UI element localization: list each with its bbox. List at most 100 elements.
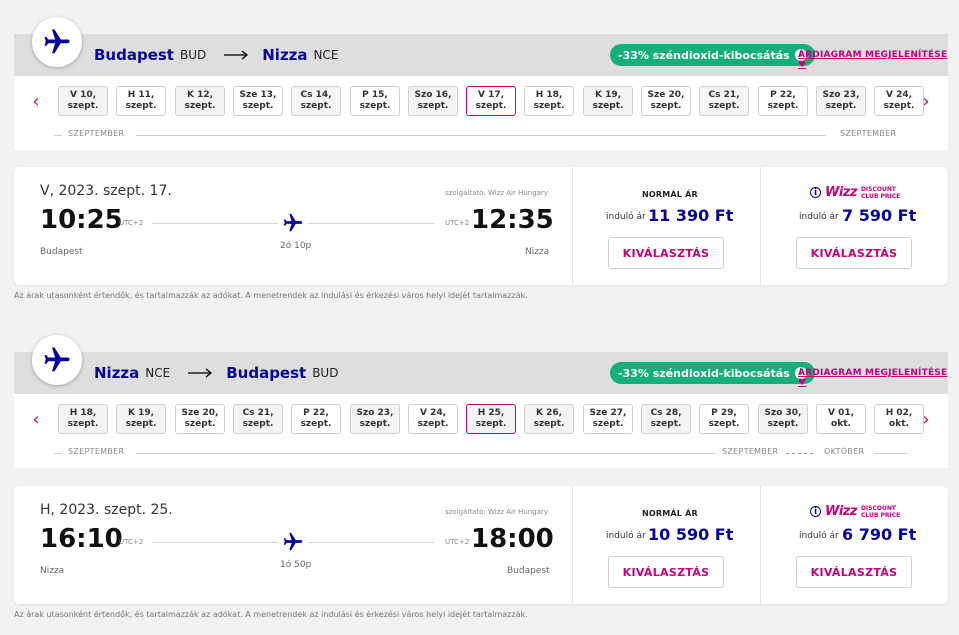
divider: [572, 167, 573, 285]
next-dates-button[interactable]: ›: [916, 76, 936, 126]
arrival-place: Nizza: [525, 247, 550, 257]
date-chip[interactable]: V 01, okt.: [816, 404, 866, 434]
normal-price: 10 590 Ft: [648, 525, 734, 544]
date-chip-month: szept.: [242, 101, 274, 111]
date-chip-day: V 10,: [69, 90, 97, 100]
info-icon[interactable]: i: [810, 187, 821, 198]
date-chip[interactable]: Sze 13, szept.: [233, 86, 283, 116]
flight-date: V, 2023. szept. 17.: [40, 183, 172, 199]
date-chip[interactable]: H 18, szept.: [524, 86, 574, 116]
date-chip-month: szept.: [67, 101, 99, 111]
date-chip-day: Szo 30,: [764, 408, 802, 418]
date-chip[interactable]: Szo 23, szept.: [350, 404, 400, 434]
plane-icon: [283, 532, 303, 551]
month-label: OKTÓBER: [824, 447, 865, 456]
divider: [572, 486, 573, 604]
flight-duration: 1ó 50p: [280, 560, 312, 570]
return-route: Nizza NCE Budapest BUD: [94, 352, 344, 394]
date-chip-day: Cs 21,: [242, 408, 274, 418]
date-chip[interactable]: H 18, szept.: [58, 404, 108, 434]
chevron-right-icon: ›: [922, 90, 930, 112]
price-disclaimer: Az árak utasonként értendők, és tartalma…: [14, 291, 528, 300]
date-chip[interactable]: Szo 16, szept.: [408, 86, 458, 116]
month-row: SZEPTEMBER SZEPTEMBER: [54, 128, 908, 142]
plane-badge: [32, 17, 82, 67]
divider: [760, 486, 761, 604]
destination-city: Nizza: [262, 46, 308, 64]
price-chart-link[interactable]: ÁRDIAGRAM MEGJELENÍTÉSE ♥: [798, 368, 948, 388]
date-chip-day: H 25,: [477, 408, 505, 418]
select-discount-button[interactable]: KIVÁLASZTÁS: [796, 556, 912, 588]
plane-icon: [283, 213, 303, 232]
co2-badge[interactable]: -33% széndioxid-kibocsátás i: [610, 362, 815, 384]
select-normal-button[interactable]: KIVÁLASZTÁS: [608, 556, 724, 588]
price-chart-link[interactable]: ÁRDIAGRAM MEGJELENÍTÉSE ♥: [798, 50, 948, 70]
date-chip-month: szept.: [125, 101, 157, 111]
select-normal-button[interactable]: KIVÁLASZTÁS: [608, 237, 724, 269]
select-discount-button[interactable]: KIVÁLASZTÁS: [796, 237, 912, 269]
next-dates-button[interactable]: ›: [916, 394, 936, 444]
date-chip[interactable]: H 25, szept.: [466, 404, 516, 434]
date-chip-day: V 17,: [477, 90, 505, 100]
date-chip-day: H 11,: [127, 90, 155, 100]
date-chip-day: Cs 14,: [300, 90, 332, 100]
date-chip-day: Sze 27,: [589, 408, 627, 418]
arrival-time: 12:35: [471, 205, 554, 235]
operator-label: szolgáltató: Wizz Air Hungary: [445, 508, 548, 516]
arrival-place: Budapest: [507, 566, 550, 576]
date-chip-month: szept.: [650, 419, 682, 429]
from-label: induló ár: [606, 531, 646, 541]
operator-label: szolgáltató: Wizz Air Hungary: [445, 189, 548, 197]
date-chip-month: szept.: [767, 419, 799, 429]
date-chip-month: szept.: [475, 101, 507, 111]
date-chip[interactable]: P 29, szept.: [699, 404, 749, 434]
date-chip-month: szept.: [767, 101, 799, 111]
date-chip[interactable]: K 19, szept.: [116, 404, 166, 434]
month-label: SZEPTEMBER: [68, 129, 125, 138]
return-header: Nizza NCE Budapest BUD -33% széndioxid-k…: [14, 352, 948, 394]
departure-utc: UTC+2: [119, 538, 144, 546]
date-chip-month: szept.: [592, 419, 624, 429]
discount-price: 7 590 Ft: [842, 206, 917, 225]
date-chip[interactable]: P 22, szept.: [291, 404, 341, 434]
date-chip-month: szept.: [533, 419, 565, 429]
divider: [760, 167, 761, 285]
date-chip[interactable]: K 26, szept.: [524, 404, 574, 434]
date-chip[interactable]: Cs 21, szept.: [699, 86, 749, 116]
date-chip[interactable]: K 19, szept.: [583, 86, 633, 116]
date-chip[interactable]: V 24, szept.: [408, 404, 458, 434]
prev-dates-button[interactable]: ‹: [26, 394, 46, 444]
date-chip[interactable]: P 15, szept.: [350, 86, 400, 116]
date-chip[interactable]: Cs 28, szept.: [641, 404, 691, 434]
date-chip[interactable]: Cs 21, szept.: [233, 404, 283, 434]
origin-code: BUD: [179, 48, 207, 62]
date-chip[interactable]: P 22, szept.: [758, 86, 808, 116]
date-chip-day: Szo 16,: [414, 90, 452, 100]
wizz-discount-club-logo: i Wizz DISCOUNT CLUB PRICE: [810, 185, 900, 200]
date-chip[interactable]: Sze 20, szept.: [175, 404, 225, 434]
date-chip[interactable]: H 11, szept.: [116, 86, 166, 116]
date-chip[interactable]: Szo 23, szept.: [816, 86, 866, 116]
date-chip[interactable]: Szo 30, szept.: [758, 404, 808, 434]
date-chip-day: P 15,: [362, 90, 388, 100]
month-row: SZEPTEMBER SZEPTEMBER OKTÓBER: [54, 446, 908, 460]
departure-place: Budapest: [40, 247, 83, 257]
date-chip[interactable]: V 17, szept.: [466, 86, 516, 116]
chevron-right-icon: ›: [922, 408, 930, 430]
normal-fare-title: NORMÁL ÁR: [642, 509, 698, 518]
co2-badge[interactable]: -33% széndioxid-kibocsátás i: [610, 44, 815, 66]
date-chip-day: Sze 20,: [647, 90, 685, 100]
info-icon[interactable]: i: [810, 506, 821, 517]
date-chip[interactable]: V 10, szept.: [58, 86, 108, 116]
date-chip[interactable]: Sze 20, szept.: [641, 86, 691, 116]
date-chip-month: szept.: [475, 419, 507, 429]
flight-track: [308, 223, 434, 224]
date-chip[interactable]: Cs 14, szept.: [291, 86, 341, 116]
prev-dates-button[interactable]: ‹: [26, 76, 46, 126]
date-chip-day: V 01,: [827, 408, 855, 418]
date-chip-month: szept.: [184, 419, 216, 429]
date-chip[interactable]: K 12, szept.: [175, 86, 225, 116]
date-chip[interactable]: Sze 27, szept.: [583, 404, 633, 434]
date-chip-day: Szo 23,: [822, 90, 860, 100]
flight-card: V, 2023. szept. 17. szolgáltató: Wizz Ai…: [14, 167, 948, 285]
